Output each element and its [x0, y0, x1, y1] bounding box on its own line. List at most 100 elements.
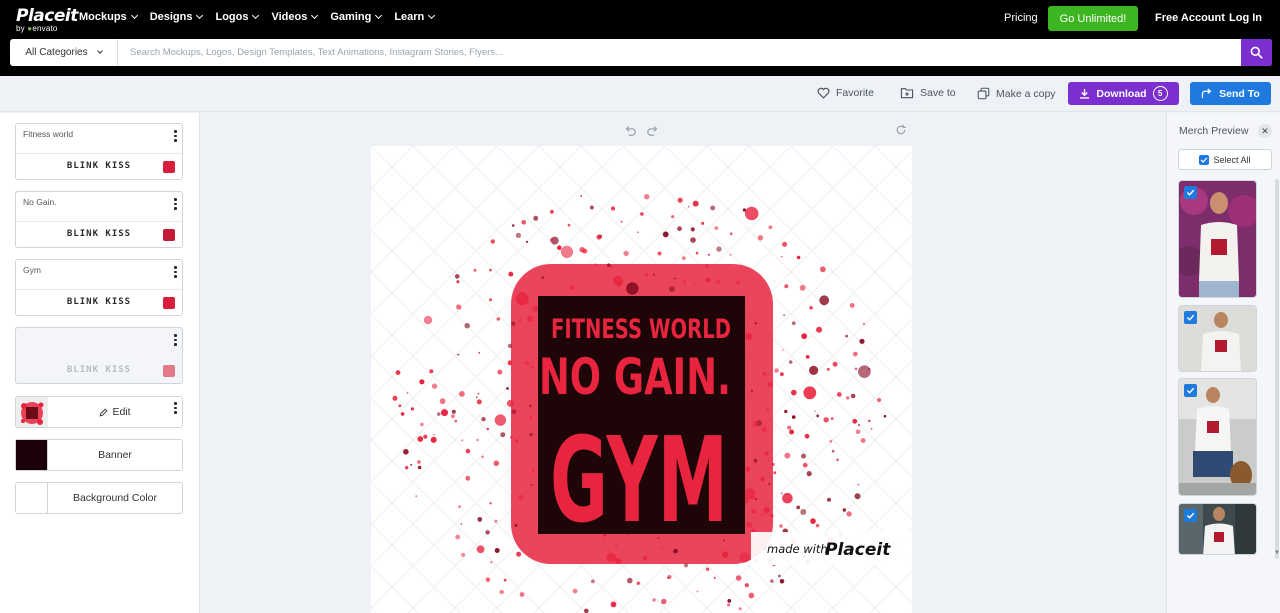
merch-item-tank-top[interactable] [1178, 180, 1257, 298]
background-color-row[interactable]: Background Color [15, 482, 183, 514]
layer-divider [16, 153, 182, 154]
chevron-down-icon [428, 11, 436, 20]
text-color-swatch[interactable] [163, 365, 175, 377]
layer-text-value[interactable]: Fitness world [23, 129, 73, 139]
nav-designs[interactable]: Designs [149, 11, 204, 23]
login-link[interactable]: Log In [1229, 12, 1262, 24]
layer-divider [16, 289, 182, 290]
font-selector[interactable]: BLINK KISS [16, 229, 182, 239]
download-credits-badge: 5 [1152, 86, 1168, 101]
nav-learn[interactable]: Learn [394, 11, 436, 23]
nav-gaming[interactable]: Gaming [330, 11, 383, 23]
redo-icon[interactable] [646, 123, 659, 141]
editor-toolbar: Favorite Save to Make a copy Download 5 … [0, 76, 1280, 112]
search-bar: All Categories [10, 39, 1272, 66]
send-to-label: Send To [1219, 87, 1260, 100]
download-button[interactable]: Download 5 [1068, 82, 1179, 105]
more-options-icon[interactable] [174, 130, 177, 144]
chevron-down-icon [375, 11, 383, 20]
pricing-link[interactable]: Pricing [1004, 12, 1038, 24]
graphic-thumbnail[interactable] [16, 397, 48, 427]
checkbox-checked-icon[interactable] [1184, 186, 1197, 199]
nav-label: Videos [271, 11, 308, 23]
more-options-icon[interactable] [174, 198, 177, 212]
nav-mockups[interactable]: Mockups [79, 11, 138, 23]
favorite-label: Favorite [836, 87, 874, 99]
make-copy-label: Make a copy [996, 87, 1056, 100]
canvas-area: FITNESS WORLD NO GAIN. GYM made with Pla… [200, 113, 1166, 613]
text-layer-1[interactable]: Fitness world BLINK KISS [15, 123, 183, 180]
make-copy-button[interactable]: Make a copy [977, 87, 1056, 100]
more-options-icon[interactable] [174, 334, 177, 348]
merch-item-tshirt-dog[interactable] [1178, 378, 1257, 496]
undo-icon[interactable] [624, 123, 637, 141]
merch-scrollbar[interactable] [1275, 179, 1279, 559]
send-to-button[interactable]: Send To [1190, 82, 1271, 105]
download-label: Download [1096, 87, 1147, 100]
design-preview: FITNESS WORLD NO GAIN. GYM made with Pla… [371, 146, 912, 613]
nav-label: Mockups [79, 11, 127, 23]
background-color-swatch[interactable] [16, 483, 48, 513]
checkbox-checked-icon[interactable] [1184, 509, 1197, 522]
logo-vendor: envato [32, 24, 58, 33]
design-text-line-3[interactable]: GYM [550, 411, 728, 549]
refresh-icon[interactable] [895, 123, 907, 141]
banner-label: Banner [98, 449, 132, 461]
checkbox-checked-icon[interactable] [1184, 384, 1197, 397]
chevron-down-icon [252, 11, 260, 20]
design-text-line-2[interactable]: NO GAIN. [539, 348, 731, 406]
banner-color-row[interactable]: Banner [15, 439, 183, 471]
heart-icon [817, 87, 830, 99]
share-icon [1202, 88, 1212, 98]
graphic-layer: Edit [15, 396, 183, 428]
download-icon [1080, 89, 1090, 99]
text-color-swatch[interactable] [163, 229, 175, 241]
checkbox-checked-icon [1199, 154, 1210, 165]
text-color-swatch[interactable] [163, 161, 175, 173]
category-select[interactable]: All Categories [10, 39, 118, 66]
font-selector[interactable]: BLINK KISS [16, 297, 182, 307]
favorite-button[interactable]: Favorite [817, 87, 874, 99]
free-account-link[interactable]: Free Account [1155, 12, 1225, 24]
banner-color-swatch[interactable] [16, 440, 48, 470]
merch-item-sweatshirt[interactable] [1178, 305, 1257, 372]
layer-divider [16, 221, 182, 222]
design-text-line-1[interactable]: FITNESS WORLD [551, 314, 731, 345]
checkbox-checked-icon[interactable] [1184, 311, 1197, 324]
placeit-logo[interactable]: Placeit by ●envato [16, 6, 78, 33]
text-layer-4[interactable]: BLINK KISS [15, 327, 183, 384]
pencil-icon [99, 407, 108, 416]
go-unlimited-button[interactable]: Go Unlimited! [1048, 6, 1138, 31]
nav-label: Logos [215, 11, 249, 23]
nav-logos[interactable]: Logos [215, 11, 260, 23]
font-selector[interactable]: BLINK KISS [16, 161, 182, 171]
select-all-button[interactable]: Select All [1178, 149, 1272, 170]
layers-panel: Fitness world BLINK KISS No Gain. BLINK … [0, 113, 200, 613]
logo-wordmark: Placeit [16, 6, 78, 26]
main-nav: Mockups Designs Logos Videos Gaming Lear… [79, 11, 436, 23]
watermark-made-with: made with [767, 542, 828, 556]
more-options-icon[interactable] [174, 402, 177, 416]
nav-label: Designs [149, 11, 193, 23]
font-selector[interactable]: BLINK KISS [16, 365, 182, 375]
category-select-value: All Categories [25, 47, 88, 58]
more-options-icon[interactable] [174, 266, 177, 280]
layer-text-value[interactable]: No Gain. [23, 197, 57, 207]
close-icon[interactable]: ✕ [1258, 124, 1272, 138]
merch-item-street-tee[interactable] [1178, 503, 1257, 555]
save-to-button[interactable]: Save to [900, 87, 956, 99]
nav-videos[interactable]: Videos [271, 11, 319, 23]
text-layer-2[interactable]: No Gain. BLINK KISS [15, 191, 183, 248]
text-layer-3[interactable]: Gym BLINK KISS [15, 259, 183, 316]
edit-graphic-button[interactable]: Edit [48, 397, 182, 427]
design-artboard[interactable]: FITNESS WORLD NO GAIN. GYM made with Pla… [371, 146, 912, 613]
merch-preview-title: Merch Preview [1179, 125, 1249, 137]
search-icon [1250, 46, 1263, 59]
splatter-thumb-image [16, 397, 48, 427]
layer-text-value[interactable]: Gym [23, 265, 41, 275]
search-button[interactable] [1241, 39, 1272, 66]
watermark-brand: Placeit [825, 540, 891, 560]
text-color-swatch[interactable] [163, 297, 175, 309]
search-input[interactable] [118, 39, 1241, 66]
scroll-down-icon[interactable]: ▼ [1274, 550, 1280, 556]
